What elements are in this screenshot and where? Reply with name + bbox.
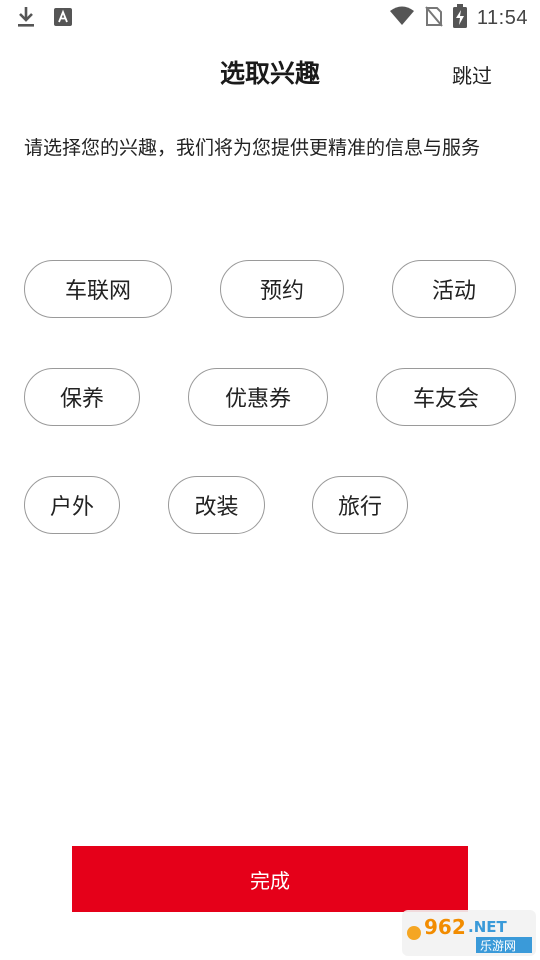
interest-chip-outdoor[interactable]: 户外 (24, 476, 120, 534)
svg-text:.NET: .NET (468, 918, 507, 936)
status-time: 11:54 (476, 6, 528, 29)
interest-chip-travel[interactable]: 旅行 (312, 476, 408, 534)
no-sim-icon (425, 5, 443, 31)
interest-chip-appointment[interactable]: 预约 (220, 260, 344, 318)
svg-text:962: 962 (424, 915, 466, 939)
instruction-text: 请选择您的兴趣，我们将为您提供更精准的信息与服务 (24, 137, 481, 159)
status-bar: 11:54 (0, 0, 540, 36)
download-icon (16, 6, 36, 32)
svg-text:乐游网: 乐游网 (480, 939, 516, 953)
interest-chip-events[interactable]: 活动 (392, 260, 516, 318)
interest-chip-maintenance[interactable]: 保养 (24, 368, 140, 426)
battery-charging-icon (452, 4, 467, 32)
interest-chip-car-club[interactable]: 车友会 (376, 368, 516, 426)
interest-chip-iov[interactable]: 车联网 (24, 260, 172, 318)
watermark-logo: 962 .NET 乐游网 (402, 910, 536, 956)
interest-chip-modification[interactable]: 改装 (168, 476, 265, 534)
skip-button[interactable]: 跳过 (452, 60, 492, 89)
interest-chip-coupons[interactable]: 优惠券 (188, 368, 328, 426)
keyboard-a-icon (54, 8, 72, 30)
done-button[interactable]: 完成 (72, 846, 468, 912)
wifi-icon (389, 6, 415, 30)
